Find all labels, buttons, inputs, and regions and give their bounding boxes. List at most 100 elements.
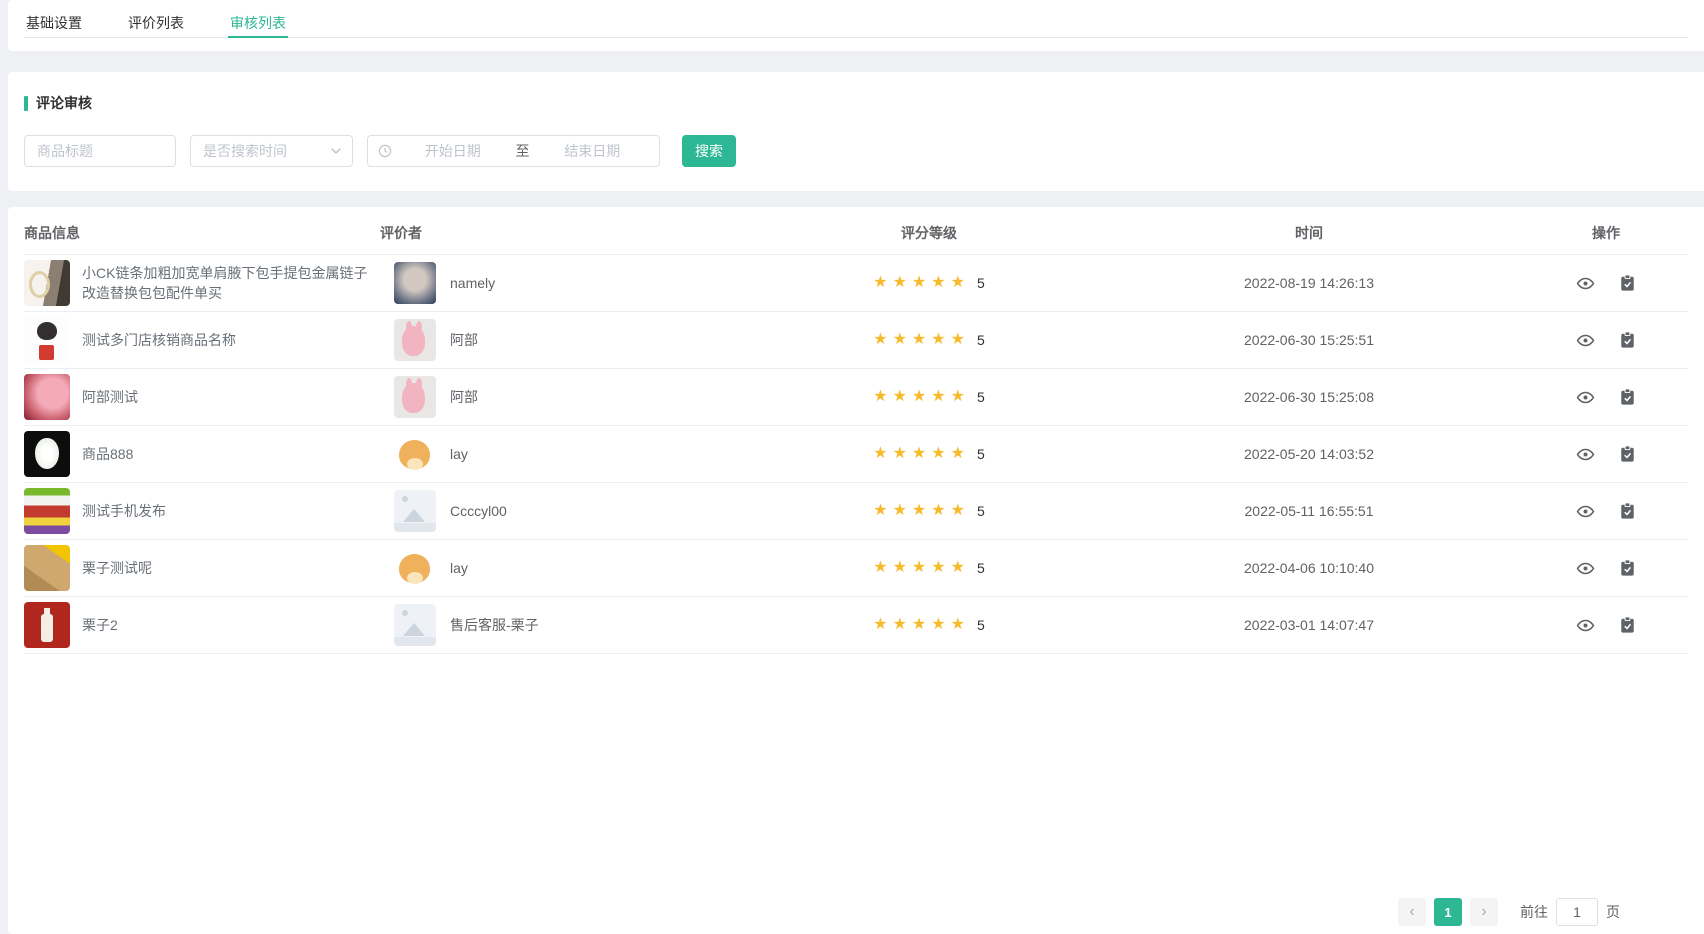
header-action: 操作 [1524,223,1688,243]
rating-stars: ★★★★★ [873,446,970,462]
action-cell [1524,331,1688,350]
rating-value: 5 [977,332,985,348]
rating-cell: ★★★★★ 5 [764,275,1094,291]
date-start-placeholder[interactable]: 开始日期 [396,141,510,161]
table-row: 小CK链条加粗加宽单肩腋下包手提包金属链子改造替换包包配件单买 namely ★… [24,255,1688,312]
reviewer-avatar [394,376,436,418]
view-review-button[interactable] [1576,559,1595,578]
product-image [24,431,70,477]
rating-cell: ★★★★★ 5 [764,389,1094,405]
reviewer-avatar [394,490,436,532]
product-cell: 栗子2 [24,602,380,648]
rating-stars: ★★★★★ [873,560,970,576]
view-review-button[interactable] [1576,445,1595,464]
action-cell [1524,559,1688,578]
header-reviewer: 评价者 [380,223,764,243]
audit-review-button[interactable] [1619,331,1636,349]
goto-label: 前往 [1520,902,1548,922]
review-time: 2022-05-20 14:03:52 [1094,446,1524,462]
eye-icon [1576,502,1595,521]
reviewer-name: 阿部 [450,330,478,350]
view-review-button[interactable] [1576,502,1595,521]
audit-review-button[interactable] [1619,616,1636,634]
audit-review-button[interactable] [1619,502,1636,520]
rating-stars: ★★★★★ [873,503,970,519]
product-title-input[interactable] [24,135,176,167]
reviewer-name: Ccccyl00 [450,503,507,519]
header-rating: 评分等级 [764,223,1094,243]
reviewer-cell: lay [380,433,764,475]
eye-icon [1576,445,1595,464]
clock-icon [378,144,392,158]
prev-page-button[interactable]: ‹ [1398,898,1426,926]
view-review-button[interactable] [1576,331,1595,350]
view-review-button[interactable] [1576,388,1595,407]
product-title: 测试手机发布 [82,501,166,521]
header-product-info: 商品信息 [24,223,380,243]
product-title: 测试多门店核销商品名称 [82,330,236,350]
review-time: 2022-06-30 15:25:08 [1094,389,1524,405]
product-cell: 小CK链条加粗加宽单肩腋下包手提包金属链子改造替换包包配件单买 [24,260,380,306]
reviewer-avatar [394,319,436,361]
rating-value: 5 [977,389,985,405]
page: 基础设置 评价列表 审核列表 评论审核 是否搜索时间 开始日期 至 结束日期 搜… [0,0,1704,934]
view-review-button[interactable] [1576,274,1595,293]
section-title: 评论审核 [24,93,1688,113]
clipboard-check-icon [1619,502,1636,520]
tab-review-list[interactable]: 评价列表 [126,13,186,37]
page-number-button[interactable]: 1 [1434,898,1462,926]
product-cell: 测试多门店核销商品名称 [24,317,380,363]
product-image [24,602,70,648]
date-range-picker[interactable]: 开始日期 至 结束日期 [367,135,660,167]
rating-value: 5 [977,275,985,291]
next-page-button[interactable]: › [1470,898,1498,926]
reviewer-name: 售后客服-栗子 [450,615,539,635]
date-end-placeholder[interactable]: 结束日期 [536,141,650,161]
date-separator: 至 [514,141,532,161]
tab-audit-list[interactable]: 审核列表 [228,13,288,37]
table-row: 栗子2 售后客服-栗子 ★★★★★ 5 2022-03-01 14:07:47 [24,597,1688,654]
eye-icon [1576,559,1595,578]
clipboard-check-icon [1619,559,1636,577]
review-time: 2022-05-11 16:55:51 [1094,503,1524,519]
tabs-card: 基础设置 评价列表 审核列表 [8,0,1704,51]
eye-icon [1576,331,1595,350]
reviewer-cell: lay [380,547,764,589]
rating-value: 5 [977,617,985,633]
audit-review-button[interactable] [1619,274,1636,292]
reviewer-name: 阿部 [450,387,478,407]
search-button[interactable]: 搜索 [682,135,736,167]
view-review-button[interactable] [1576,616,1595,635]
tab-basic-settings[interactable]: 基础设置 [24,13,84,37]
title-accent-bar [24,96,28,111]
rating-stars: ★★★★★ [873,275,970,291]
table-header: 商品信息 评价者 评分等级 时间 操作 [24,211,1688,255]
rating-stars: ★★★★★ [873,332,970,348]
time-search-select-placeholder: 是否搜索时间 [203,141,287,161]
rating-cell: ★★★★★ 5 [764,503,1094,519]
review-time: 2022-08-19 14:26:13 [1094,275,1524,291]
goto-page-input[interactable] [1556,898,1598,926]
audit-review-button[interactable] [1619,445,1636,463]
rating-stars: ★★★★★ [873,389,970,405]
filter-row: 是否搜索时间 开始日期 至 结束日期 搜索 [24,135,1688,167]
reviewer-name: lay [450,446,468,462]
product-image [24,545,70,591]
page-unit-label: 页 [1606,902,1620,922]
product-title: 小CK链条加粗加宽单肩腋下包手提包金属链子改造替换包包配件单买 [82,263,380,304]
eye-icon [1576,274,1595,293]
table-row: 阿部测试 阿部 ★★★★★ 5 2022-06-30 15:25:08 [24,369,1688,426]
reviewer-cell: 售后客服-栗子 [380,604,764,646]
product-cell: 栗子测试呢 [24,545,380,591]
table-row: 栗子测试呢 lay ★★★★★ 5 2022-04-06 10:10:40 [24,540,1688,597]
audit-review-button[interactable] [1619,559,1636,577]
reviewer-avatar [394,433,436,475]
reviewer-cell: namely [380,262,764,304]
eye-icon [1576,616,1595,635]
clipboard-check-icon [1619,616,1636,634]
time-search-select[interactable]: 是否搜索时间 [190,135,353,167]
audit-review-button[interactable] [1619,388,1636,406]
reviewer-avatar [394,604,436,646]
reviewer-avatar [394,547,436,589]
rating-cell: ★★★★★ 5 [764,617,1094,633]
